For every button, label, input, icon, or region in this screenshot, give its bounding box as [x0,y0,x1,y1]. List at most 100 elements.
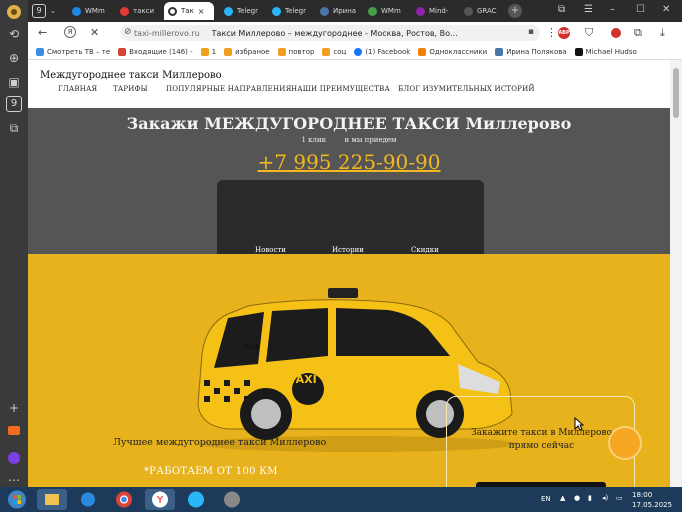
more-icon[interactable]: ⋯ [6,472,22,488]
vk-icon [495,47,504,56]
tab-taxi-search[interactable]: такси [116,2,160,20]
workspace-badge[interactable]: 9 [6,96,22,112]
callback-button[interactable] [608,426,642,460]
tab-label: Telegr [285,7,306,15]
bookmark-item[interactable]: Ирина Полякова [495,47,567,56]
address-bar[interactable]: ⊘ taxi-millerovo.ru Такси Миллерово – ме… [120,25,540,41]
bookmark-item[interactable]: Смотреть ТВ – те [36,47,110,56]
ie-task[interactable] [73,489,103,510]
bookmark-item[interactable]: Michael Hudso [574,47,637,56]
downloads-icon[interactable]: ⊕ [6,50,22,66]
nav-blog[interactable]: БЛОГ ИЗУМИТЕЛЬНЫХ ИСТОРИЙ [398,85,535,93]
collections-icon[interactable]: ⧉ [6,120,22,136]
telegram-task[interactable] [181,489,211,510]
close-window-icon[interactable]: ✕ [662,4,670,15]
more-options-icon[interactable]: ⋮ [546,26,557,39]
video-panel[interactable]: Новости Истории Скидки [217,180,484,258]
tv-icon [36,47,44,56]
tray-yandex-icon[interactable]: ● [574,494,580,502]
notification-icon[interactable]: ▭ [616,494,623,502]
new-tab-button[interactable]: + [508,4,522,18]
mail-icon[interactable] [6,423,22,439]
windows-taskbar: Y EN ▲ ● ▮ ◂) ▭ 18:00 17.05.2025 [0,487,682,512]
hero-section: Закажи МЕЖДУГОРОДНЕЕ ТАКСИ Миллерово 1 к… [28,108,670,258]
bookmark-item[interactable]: 1 [200,47,216,56]
car-taxi-sign: TAXI [289,373,317,386]
tray-arrow-icon[interactable]: ▲ [560,494,565,502]
url-host: taxi-millerovo.ru [134,28,200,38]
phone-link[interactable]: +7 995 225-90-90 [28,150,670,174]
news-link[interactable]: Новости [255,246,286,254]
tab-vk-irina[interactable]: Ирина [316,2,360,20]
stories-link[interactable]: Истории [332,246,364,254]
explorer-task[interactable] [37,489,67,510]
tab-close-icon[interactable]: × [198,7,205,16]
bookmark-item[interactable]: повтор [277,47,315,56]
hero-subtitle: 1 клик и мы приедем [28,136,670,144]
page-scrollbar[interactable] [670,60,682,487]
shield-icon[interactable]: ⛉ [585,26,593,40]
yandex-icon[interactable]: Я [64,26,76,38]
volume-icon[interactable]: ◂) [602,494,608,502]
screenshot-icon[interactable]: ▣ [6,74,22,90]
alice-icon[interactable] [6,451,22,467]
stop-loading-icon[interactable]: ✕ [90,26,99,39]
tab-manager-icon[interactable]: ⧉ [558,4,565,15]
nav-home[interactable]: ГЛАВНАЯ [58,85,97,93]
tab-wmm-2[interactable]: WMm [364,2,408,20]
bookmark-label: повтор [288,47,315,56]
history-icon[interactable]: ⟲ [6,26,22,42]
maximize-icon[interactable]: ☐ [636,4,645,15]
hero-title: Закажи МЕЖДУГОРОДНЕЕ ТАКСИ Миллерово [126,114,572,133]
tab-wmm-1[interactable]: WMm [68,2,112,20]
mouse-cursor-icon [574,417,584,431]
bookmark-item[interactable]: (1) Facebook [354,47,411,56]
language-indicator[interactable]: EN [541,495,551,503]
tab-telegram-1[interactable]: Telegr [220,2,264,20]
chevron-down-icon: ⌄ [50,7,56,15]
tray-network-icon[interactable]: ▮ [588,494,592,502]
nav-advantages[interactable]: НАШИ ПРЕИМУЩЕСТВА [291,85,390,93]
bookmark-item[interactable]: соц [322,47,346,56]
best-taxi-text: Лучшее междугороднее такси Миллерово [113,437,327,448]
chrome-task[interactable] [109,489,139,510]
bookmark-star-icon[interactable]: ▪ [528,27,534,37]
telegram-icon [224,6,233,16]
nav-popular-routes[interactable]: ПОПУЛЯРНЫЕ НАПРАВЛЕНИЯ [166,85,291,93]
tab-telegram-2[interactable]: Telegr [268,2,312,20]
start-button[interactable] [2,489,32,510]
page-title-in-bar: Такси Миллерово – междугороднее - Москва… [211,28,458,38]
tab-active-taxi[interactable]: Так × [164,2,214,20]
generic-app-task[interactable] [217,489,247,510]
clock-time[interactable]: 18:00 [632,491,652,499]
tab-mind[interactable]: Mind- [412,2,456,20]
record-icon[interactable] [611,28,621,38]
browser-logo-icon[interactable] [6,4,22,20]
bookmark-label: Входящие (146) - [129,47,193,56]
tab-label: WMm [381,7,401,15]
download-icon[interactable]: ⤓ [660,26,665,40]
site-brand[interactable]: Междугороднее такси Миллерово [40,70,222,81]
tab-group-badge[interactable]: 9 ⌄ [28,2,62,20]
scroll-thumb[interactable] [673,68,679,118]
tab-label: такси [133,7,154,15]
yandex-browser-task[interactable]: Y [145,489,175,510]
bookmark-item[interactable]: Входящие (146) - [118,47,193,56]
add-panel-icon[interactable]: + [6,400,22,416]
car-plate: 7СAB [242,344,260,351]
back-icon[interactable]: ← [38,26,47,39]
tab-grace[interactable]: GRAC [460,2,504,20]
adblock-icon[interactable]: ABP [558,27,570,39]
bookmark-item[interactable]: избраное [224,47,270,56]
vk-icon [320,6,329,16]
clock-date[interactable]: 17.05.2025 [632,501,672,509]
address-toolbar: ← Я ✕ ⊘ taxi-millerovo.ru Такси Миллеров… [28,22,682,44]
minimize-icon[interactable]: – [610,4,615,15]
min-distance-text: *РАБОТАЕМ ОТ 100 КМ [144,466,278,477]
extensions-icon[interactable]: ⧉ [634,26,642,40]
bookmark-label: (1) Facebook [365,47,411,56]
discounts-link[interactable]: Скидки [411,246,439,254]
bookmark-panel-icon[interactable]: ☰ [584,4,593,15]
nav-tariffs[interactable]: ТАРИФЫ [113,85,148,93]
bookmark-item[interactable]: Одноклассники [418,47,487,56]
